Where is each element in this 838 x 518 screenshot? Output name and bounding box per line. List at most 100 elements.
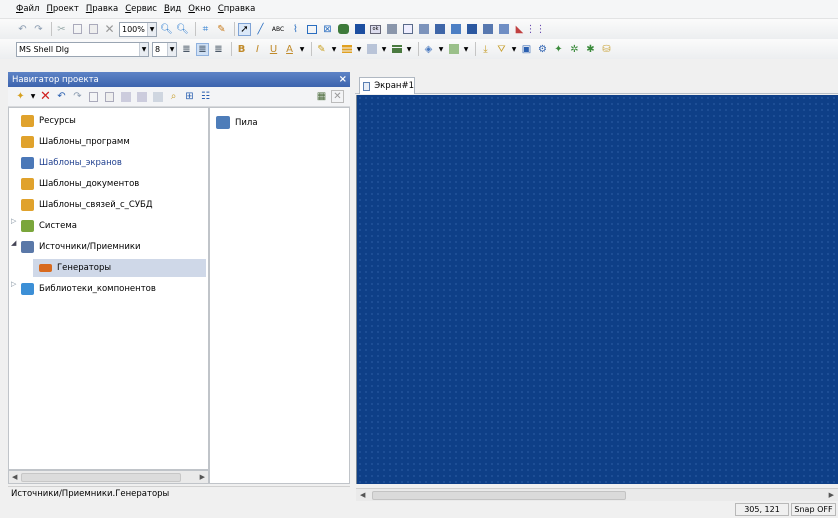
tree-node-program-templates[interactable]: Шаблоны_программ bbox=[21, 133, 130, 151]
chevron-down-icon[interactable]: ▼ bbox=[299, 43, 305, 56]
export-icon[interactable] bbox=[135, 90, 148, 103]
line-style-icon[interactable] bbox=[340, 43, 353, 56]
chevron-down-icon[interactable]: ▼ bbox=[463, 43, 469, 56]
redo-icon[interactable]: ↷ bbox=[71, 90, 84, 103]
delete-icon[interactable]: ✕ bbox=[39, 90, 52, 103]
wand-icon[interactable]: ✦ bbox=[552, 43, 565, 56]
paste-icon[interactable] bbox=[103, 90, 116, 103]
special-tool-icon[interactable]: ⋮⋮ bbox=[526, 23, 546, 36]
chevron-down-icon[interactable]: ▼ bbox=[30, 90, 36, 103]
chevron-tool-icon[interactable]: ◣ bbox=[513, 23, 526, 36]
tree-node-dbms-templates[interactable]: Шаблоны_связей_с_СУБД bbox=[21, 196, 153, 214]
list-item[interactable]: Пила bbox=[216, 116, 258, 129]
menu-file[interactable]: Файл bbox=[16, 4, 40, 14]
database-icon[interactable]: ⛁ bbox=[600, 43, 613, 56]
scroll-right-icon[interactable]: ▶ bbox=[829, 489, 834, 501]
list-view-icon[interactable]: ☷ bbox=[199, 90, 212, 103]
chevron-down-icon[interactable]: ▼ bbox=[356, 43, 362, 56]
scroll-thumb[interactable] bbox=[372, 491, 626, 500]
image-tool-icon[interactable] bbox=[449, 23, 462, 36]
import-icon[interactable] bbox=[119, 90, 132, 103]
text-color-icon[interactable]: A bbox=[283, 43, 296, 56]
tree-node-sources[interactable]: Источники/Приемники bbox=[21, 238, 141, 256]
tree-node-libraries[interactable]: Библиотеки_компонентов bbox=[21, 280, 156, 298]
bucket-icon[interactable]: ⛛ bbox=[495, 43, 508, 56]
align-right-icon[interactable]: ≣ bbox=[212, 43, 225, 56]
properties-icon[interactable]: ✎ bbox=[215, 23, 228, 36]
ok-button-tool-icon[interactable]: ok bbox=[369, 23, 382, 36]
line-width-icon[interactable] bbox=[390, 43, 403, 56]
align-left-icon[interactable]: ≣ bbox=[180, 43, 193, 56]
tree-node-system[interactable]: Система bbox=[21, 217, 77, 235]
fill-pattern-icon[interactable] bbox=[365, 43, 378, 56]
collapse-arrow-icon[interactable]: ◢ bbox=[11, 239, 16, 247]
snap-status[interactable]: Snap OFF bbox=[791, 503, 836, 516]
expand-arrow-icon[interactable]: ▷ bbox=[11, 217, 16, 225]
scroll-thumb[interactable] bbox=[21, 473, 181, 482]
close-icon[interactable]: × bbox=[339, 72, 347, 87]
dock-icon[interactable]: ▦ bbox=[315, 90, 328, 103]
rectangle-tool-icon[interactable] bbox=[305, 23, 318, 36]
chart-tool-icon[interactable] bbox=[401, 23, 414, 36]
scroll-right-icon[interactable]: ▶ bbox=[200, 471, 205, 483]
text-tool-icon[interactable]: ABC bbox=[270, 23, 286, 36]
tree-node-generators[interactable]: Генераторы bbox=[33, 259, 206, 277]
fit-icon[interactable]: ⌗ bbox=[199, 23, 212, 36]
menu-window[interactable]: Окно bbox=[188, 4, 211, 14]
tree-node-screen-templates[interactable]: Шаблоны_экранов bbox=[21, 154, 122, 172]
screen-canvas[interactable] bbox=[356, 95, 838, 484]
cut-icon[interactable]: ✂ bbox=[55, 23, 68, 36]
canvas-horizontal-scrollbar[interactable]: ◀ ▶ bbox=[356, 488, 838, 501]
list-tool-icon[interactable] bbox=[465, 23, 478, 36]
polyline-tool-icon[interactable]: ⌇ bbox=[289, 23, 302, 36]
chevron-down-icon[interactable]: ▼ bbox=[406, 43, 412, 56]
underline-icon[interactable]: U bbox=[267, 43, 280, 56]
undo-icon[interactable]: ↶ bbox=[55, 90, 68, 103]
debug-icon[interactable]: ✱ bbox=[584, 43, 597, 56]
run-icon[interactable]: ✲ bbox=[568, 43, 581, 56]
expand-arrow-icon[interactable]: ▷ bbox=[11, 280, 16, 288]
font-select[interactable]: MS Shell Dlg ▼ bbox=[16, 41, 149, 57]
paste-icon[interactable] bbox=[87, 23, 100, 36]
menu-service[interactable]: Сервис bbox=[125, 4, 157, 14]
copy-icon[interactable] bbox=[87, 90, 100, 103]
pen-color-icon[interactable]: ✎ bbox=[315, 43, 328, 56]
align-center-icon[interactable]: ≣ bbox=[196, 42, 209, 56]
tree-view-icon[interactable]: ⊞ bbox=[183, 90, 196, 103]
save-icon[interactable]: ▣ bbox=[520, 43, 533, 56]
bar-tool-icon[interactable] bbox=[353, 23, 366, 36]
fill-color-icon[interactable]: ◈ bbox=[422, 43, 435, 56]
scroll-left-icon[interactable]: ◀ bbox=[360, 489, 365, 501]
component-tool-icon[interactable] bbox=[481, 23, 494, 36]
search-icon[interactable]: ⌕ bbox=[167, 90, 180, 103]
tree-node-document-templates[interactable]: Шаблоны_документов bbox=[21, 175, 139, 193]
redo-icon[interactable]: ↷ bbox=[32, 23, 45, 36]
new-item-icon[interactable]: ✦ bbox=[14, 90, 27, 103]
delete-icon[interactable]: ✕ bbox=[103, 22, 116, 36]
copy-icon[interactable] bbox=[71, 23, 84, 36]
menu-edit[interactable]: Правка bbox=[86, 4, 118, 14]
close-panel-icon[interactable]: ✕ bbox=[331, 90, 344, 103]
crossed-rect-tool-icon[interactable]: ⊠ bbox=[321, 23, 334, 36]
gauge-tool-icon[interactable] bbox=[417, 23, 430, 36]
menu-view[interactable]: Вид bbox=[164, 4, 181, 14]
menu-help[interactable]: Справка bbox=[218, 4, 255, 14]
tree-horizontal-scrollbar[interactable]: ◀ ▶ bbox=[8, 470, 209, 484]
line-tool-icon[interactable]: ╱ bbox=[254, 23, 267, 36]
tree-node-resources[interactable]: Ресурсы bbox=[21, 112, 76, 130]
table-tool-icon[interactable] bbox=[433, 23, 446, 36]
pointer-icon[interactable]: ➚ bbox=[238, 22, 251, 36]
slider-tool-icon[interactable] bbox=[497, 23, 510, 36]
menu-project[interactable]: Проект bbox=[47, 4, 79, 14]
shape-tool-icon[interactable] bbox=[337, 23, 350, 36]
chevron-down-icon[interactable]: ▼ bbox=[438, 43, 444, 56]
italic-icon[interactable]: I bbox=[251, 43, 264, 56]
undo-icon[interactable]: ↶ bbox=[16, 23, 29, 36]
font-size-select[interactable]: 8 ▼ bbox=[152, 41, 177, 57]
import-icon[interactable]: ⤓ bbox=[479, 43, 492, 56]
bold-icon[interactable]: B bbox=[235, 43, 248, 56]
settings-icon[interactable]: ⚙ bbox=[536, 43, 549, 56]
tab-screen-1[interactable]: Экран#1 bbox=[359, 77, 415, 94]
chevron-down-icon[interactable]: ▼ bbox=[381, 43, 387, 56]
zoom-in-icon[interactable]: 🔍︎ bbox=[160, 23, 173, 36]
